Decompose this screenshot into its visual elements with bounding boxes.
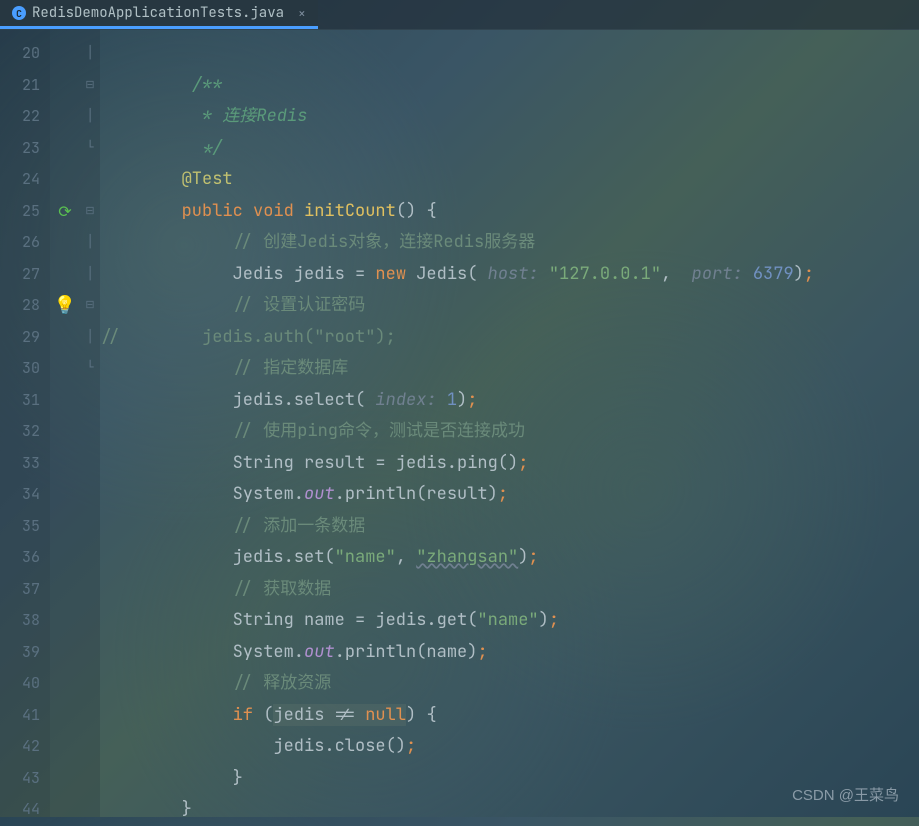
code-line: */ <box>100 133 919 165</box>
code-line: /** <box>100 70 919 102</box>
code-line: // 获取数据 <box>100 574 919 606</box>
line-number: 29 <box>0 322 40 354</box>
fold-minus-icon[interactable]: ⊟ <box>80 290 100 322</box>
line-number: 37 <box>0 574 40 606</box>
fold-end-icon: └ <box>80 353 100 385</box>
code-line: // 添加一条数据 <box>100 511 919 543</box>
line-number: 36 <box>0 542 40 574</box>
line-number: 44 <box>0 794 40 826</box>
code-area[interactable]: /** * 连接Redis */ @Test public void initC… <box>100 30 919 817</box>
fold-minus-icon[interactable]: ⊟ <box>80 70 100 102</box>
code-line: // 创建Jedis对象，连接Redis服务器 <box>100 227 919 259</box>
tab-filename: RedisDemoApplicationTests.java <box>32 4 284 22</box>
fold-line-icon: │ <box>80 322 100 354</box>
line-number: 35 <box>0 511 40 543</box>
line-number: 42 <box>0 731 40 763</box>
line-number: 26 <box>0 227 40 259</box>
line-number: 41 <box>0 700 40 732</box>
line-number: 25 <box>0 196 40 228</box>
code-editor[interactable]: 20 21 22 23 24 25 26 27 28 29 30 31 32 3… <box>0 30 919 817</box>
line-number-gutter: 20 21 22 23 24 25 26 27 28 29 30 31 32 3… <box>0 30 50 817</box>
lightbulb-icon[interactable]: 💡 <box>50 290 80 322</box>
code-line: jedis.set("name", "zhangsan"); <box>100 542 919 574</box>
line-number: 38 <box>0 605 40 637</box>
code-line: if (jedis != null) { <box>100 700 919 732</box>
code-line <box>100 38 919 70</box>
gutter-icons: ⟳ 💡 <box>50 30 80 817</box>
line-number: 33 <box>0 448 40 480</box>
fold-line-icon: │ <box>80 38 100 70</box>
line-number: 21 <box>0 70 40 102</box>
line-number: 32 <box>0 416 40 448</box>
code-line: jedis.select( index: 1); <box>100 385 919 417</box>
line-number: 40 <box>0 668 40 700</box>
line-number: 30 <box>0 353 40 385</box>
line-number: 39 <box>0 637 40 669</box>
code-line: jedis.close(); <box>100 731 919 763</box>
file-tab[interactable]: C RedisDemoApplicationTests.java × <box>0 0 318 29</box>
code-line: String name = jedis.get("name"); <box>100 605 919 637</box>
code-line: System.out.println(name); <box>100 637 919 669</box>
code-line: // 设置认证密码 <box>100 290 919 322</box>
code-line: // 使用ping命令，测试是否连接成功 <box>100 416 919 448</box>
line-number: 20 <box>0 38 40 70</box>
line-number: 34 <box>0 479 40 511</box>
code-line: // jedis.auth("root"); <box>100 322 919 354</box>
fold-minus-icon[interactable]: ⊟ <box>80 196 100 228</box>
line-number: 43 <box>0 763 40 795</box>
code-line: // 释放资源 <box>100 668 919 700</box>
line-number: 23 <box>0 133 40 165</box>
fold-line-icon: │ <box>80 101 100 133</box>
line-number: 27 <box>0 259 40 291</box>
tab-bar: C RedisDemoApplicationTests.java × <box>0 0 919 30</box>
fold-end-icon: └ <box>80 133 100 165</box>
line-number: 31 <box>0 385 40 417</box>
close-icon[interactable]: × <box>298 5 306 22</box>
code-line: * 连接Redis <box>100 101 919 133</box>
line-number: 28 <box>0 290 40 322</box>
code-line: Jedis jedis = new Jedis( host: "127.0.0.… <box>100 259 919 291</box>
run-test-icon[interactable]: ⟳ <box>50 196 80 228</box>
line-number: 22 <box>0 101 40 133</box>
fold-line-icon: │ <box>80 259 100 291</box>
java-class-icon: C <box>12 6 26 20</box>
code-line: System.out.println(result); <box>100 479 919 511</box>
line-number: 24 <box>0 164 40 196</box>
code-line: @Test <box>100 164 919 196</box>
fold-line-icon: │ <box>80 227 100 259</box>
code-line: public void initCount() { <box>100 196 919 228</box>
watermark: CSDN @王菜鸟 <box>792 784 899 805</box>
code-line: String result = jedis.ping(); <box>100 448 919 480</box>
fold-column: │ ⊟ │ └ ⊟ │ │ ⊟ │ └ <box>80 30 100 817</box>
code-line: // 指定数据库 <box>100 353 919 385</box>
